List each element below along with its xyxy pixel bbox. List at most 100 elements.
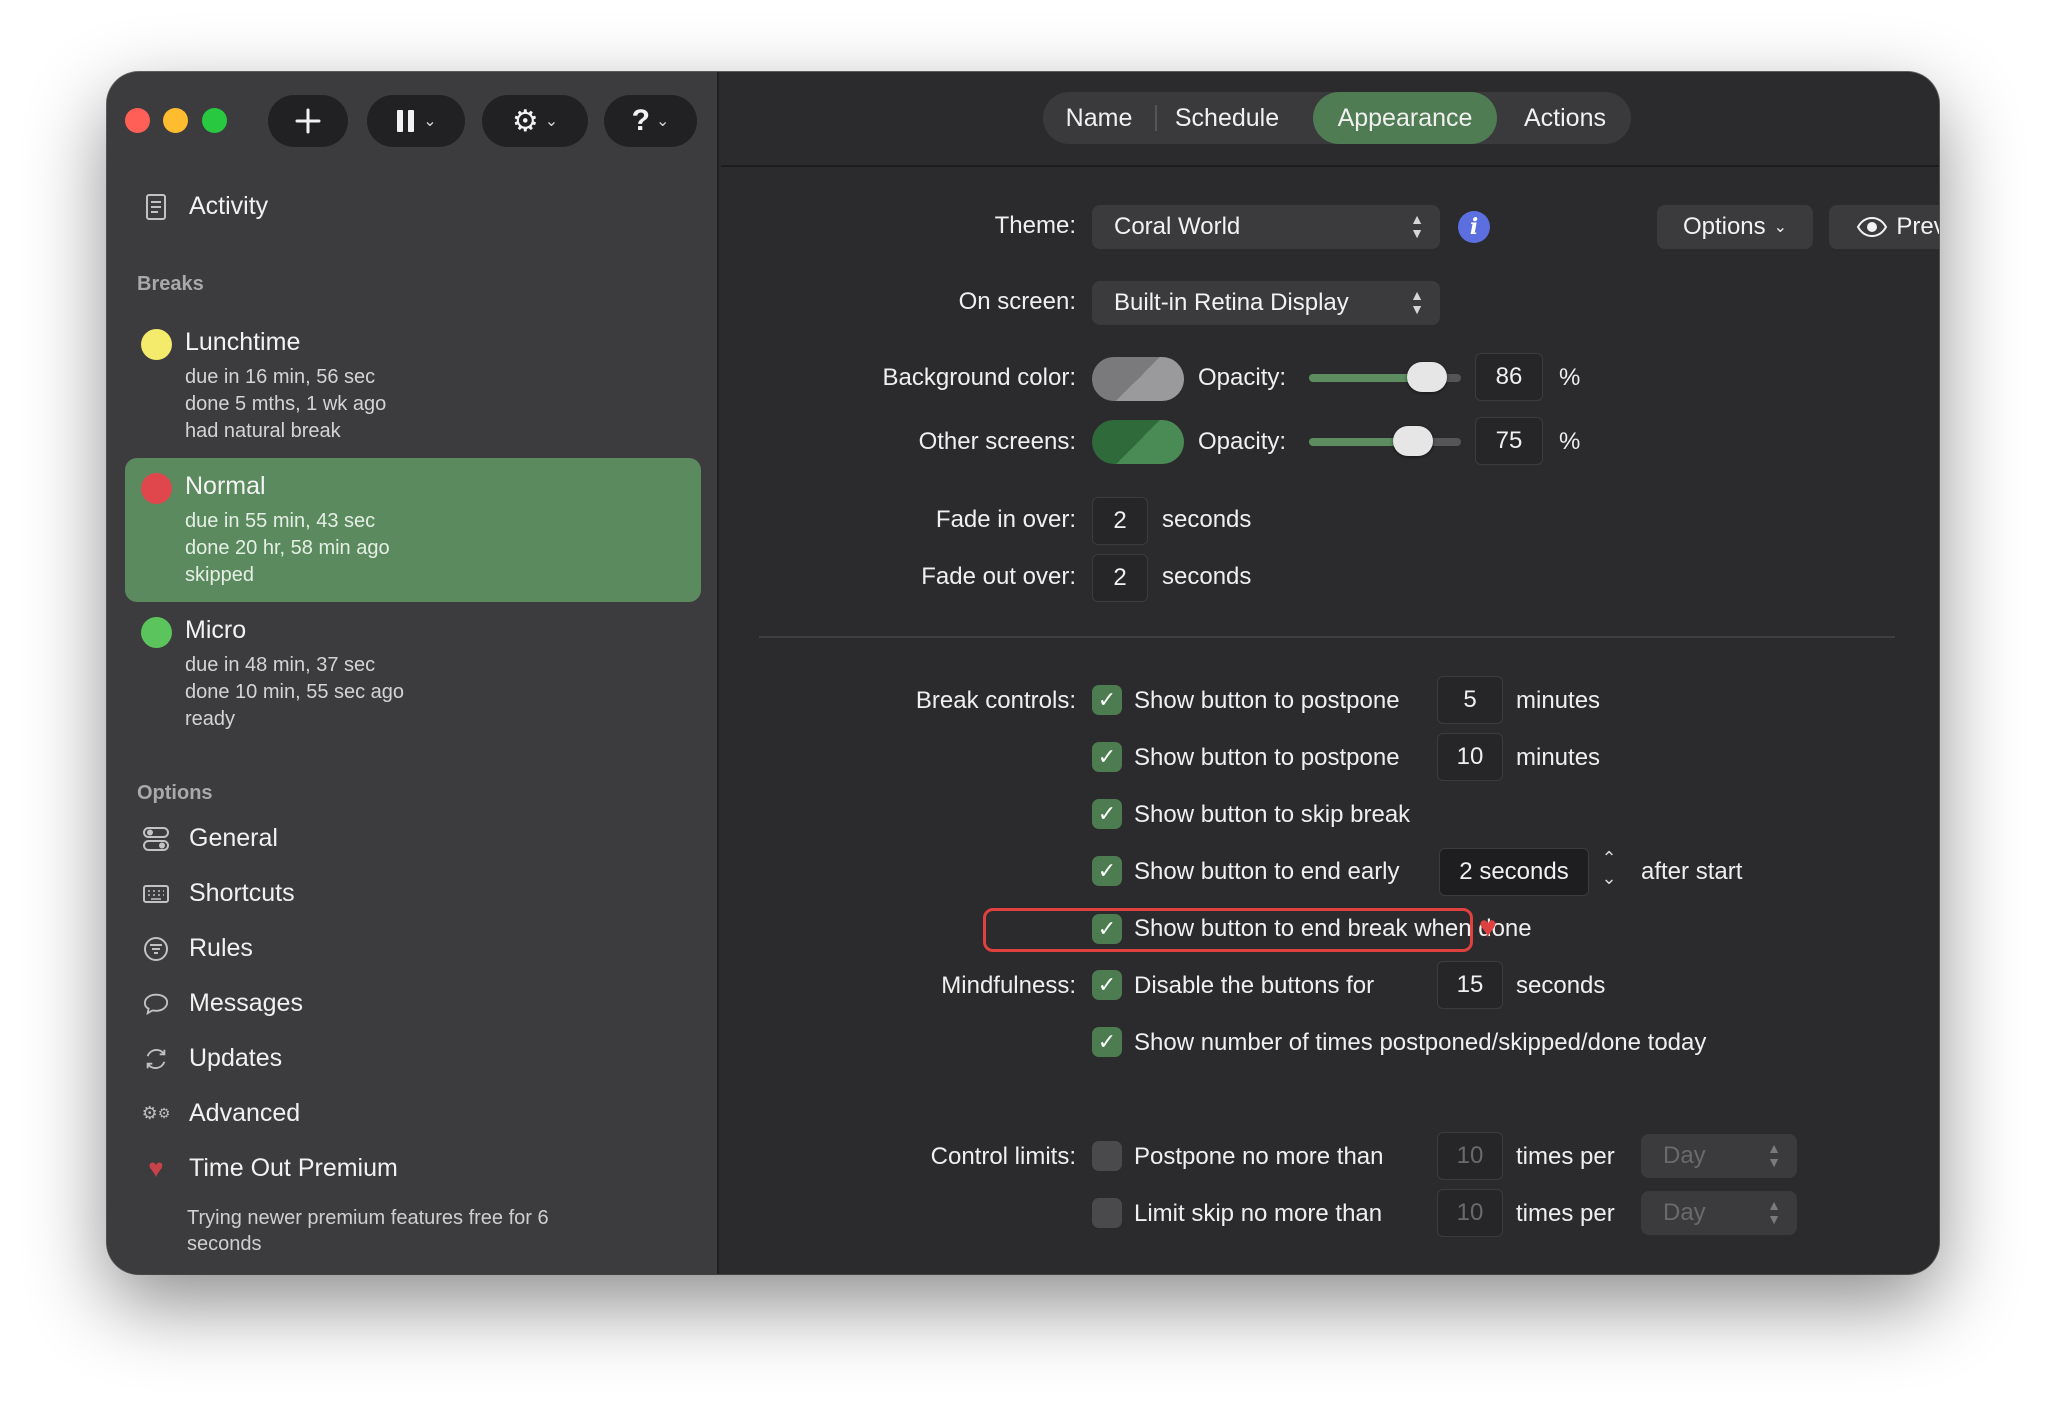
- background-opacity-field[interactable]: 86: [1475, 353, 1543, 401]
- tab-schedule[interactable]: Schedule: [1159, 92, 1295, 144]
- fade-out-field[interactable]: 2: [1092, 554, 1148, 602]
- minimize-window-button[interactable]: [163, 108, 188, 133]
- theme-popup[interactable]: Coral World ▲ ▼: [1092, 205, 1440, 249]
- add-button[interactable]: [268, 95, 348, 147]
- seconds-label: seconds: [1516, 972, 1606, 999]
- updown-chevron-icon: ▲ ▼: [1767, 1197, 1781, 1227]
- times-per-label: times per: [1516, 1200, 1615, 1227]
- other-screens-opacity-slider[interactable]: [1309, 426, 1461, 456]
- break-item-lunchtime[interactable]: Lunchtime due in 16 min, 56 sec done 5 m…: [125, 314, 701, 458]
- other-screens-color-well[interactable]: [1092, 420, 1184, 464]
- after-start-label: after start: [1641, 858, 1743, 885]
- postpone-1-minutes-field[interactable]: 5: [1437, 676, 1503, 724]
- fade-out-label: Fade out over:: [921, 563, 1076, 590]
- preview-button[interactable]: Preview: [1829, 205, 1939, 249]
- times-per-label: times per: [1516, 1143, 1615, 1170]
- end-early-checkbox[interactable]: ✓: [1092, 856, 1122, 886]
- break-item-micro[interactable]: Micro due in 48 min, 37 sec done 10 min,…: [125, 602, 701, 746]
- options-button-label: Options: [1682, 213, 1766, 240]
- options-button[interactable]: Options ⌄: [1657, 205, 1813, 249]
- sidebar-item-advanced[interactable]: ⚙ ⚙ Advanced: [142, 1099, 301, 1128]
- period-value: Day: [1663, 1199, 1706, 1226]
- pause-icon: [397, 110, 415, 132]
- zoom-window-button[interactable]: [202, 108, 227, 133]
- chevron-down-icon: ⌄: [1773, 219, 1788, 236]
- sidebar-item-messages[interactable]: Messages: [143, 989, 303, 1018]
- tab-actions[interactable]: Actions: [1505, 92, 1625, 144]
- close-window-button[interactable]: [125, 108, 150, 133]
- sidebar-item-label: Shortcuts: [189, 879, 295, 907]
- break-item-normal[interactable]: Normal due in 55 min, 43 sec done 20 hr,…: [125, 458, 701, 602]
- break-name: Lunchtime: [185, 328, 301, 356]
- skip-limit-field[interactable]: 10: [1437, 1189, 1503, 1237]
- sidebar-item-shortcuts[interactable]: Shortcuts: [143, 879, 295, 908]
- break-status: ready: [185, 708, 236, 730]
- disable-seconds-field[interactable]: 15: [1437, 961, 1503, 1009]
- slider-knob[interactable]: [1393, 426, 1433, 456]
- other-screens-opacity-field[interactable]: 75: [1475, 417, 1543, 465]
- sidebar-item-activity[interactable]: Activity: [143, 192, 268, 221]
- message-bubble-icon: [143, 991, 169, 1017]
- tab-name[interactable]: Name: [1043, 92, 1155, 144]
- updown-chevron-icon: ▲ ▼: [1410, 211, 1424, 241]
- skip-break-label: Show button to skip break: [1134, 801, 1411, 828]
- mindfulness-label: Mindfulness:: [941, 972, 1076, 999]
- end-when-done-checkbox[interactable]: ✓: [1092, 914, 1122, 944]
- percent-label: %: [1559, 428, 1581, 455]
- end-early-stepper[interactable]: ⌃ ⌄: [1593, 848, 1625, 894]
- break-done: done 20 hr, 58 min ago: [185, 537, 390, 559]
- tab-bar: Name Schedule Appearance Actions: [1043, 92, 1631, 144]
- sidebar-item-label: Rules: [189, 934, 253, 962]
- postpone-2-minutes-field[interactable]: 10: [1437, 733, 1503, 781]
- sidebar-item-premium[interactable]: ♥ Time Out Premium: [143, 1153, 398, 1183]
- skip-limit-checkbox[interactable]: [1092, 1198, 1122, 1228]
- percent-label: %: [1559, 364, 1581, 391]
- background-color-label: Background color:: [882, 364, 1076, 391]
- rules-icon: [143, 936, 169, 962]
- eye-icon: [1857, 216, 1888, 238]
- sidebar: ⌄ ⚙ ⌄ ? ⌄ Activity Breaks Lunchtime due …: [107, 72, 719, 1274]
- sidebar-item-updates[interactable]: Updates: [143, 1044, 282, 1073]
- skip-limit-label: Limit skip no more than: [1134, 1200, 1383, 1227]
- fade-in-label: Fade in over:: [935, 506, 1076, 533]
- on-screen-popup[interactable]: Built-in Retina Display ▲ ▼: [1092, 281, 1440, 325]
- break-done: done 5 mths, 1 wk ago: [185, 393, 387, 415]
- other-screens-label: Other screens:: [918, 428, 1076, 455]
- show-count-label: Show number of times postponed/skipped/d…: [1134, 1029, 1707, 1056]
- minutes-label: minutes: [1516, 687, 1601, 714]
- break-name: Micro: [185, 616, 247, 644]
- background-opacity-slider[interactable]: [1309, 362, 1461, 392]
- help-menu-button[interactable]: ? ⌄: [604, 95, 697, 147]
- break-due: due in 55 min, 43 sec: [185, 510, 376, 532]
- disable-buttons-checkbox[interactable]: ✓: [1092, 970, 1122, 1000]
- tab-appearance[interactable]: Appearance: [1313, 92, 1497, 144]
- break-color-dot: [141, 473, 172, 504]
- postpone-period-popup[interactable]: Day ▲ ▼: [1641, 1134, 1797, 1178]
- sidebar-item-label: Advanced: [189, 1099, 301, 1127]
- pause-menu-button[interactable]: ⌄: [367, 95, 465, 147]
- settings-menu-button[interactable]: ⚙ ⌄: [482, 95, 588, 147]
- sidebar-item-rules[interactable]: Rules: [143, 934, 253, 963]
- chevron-down-icon: ⌄: [655, 113, 670, 130]
- skip-period-popup[interactable]: Day ▲ ▼: [1641, 1191, 1797, 1235]
- postpone-limit-checkbox[interactable]: [1092, 1141, 1122, 1171]
- break-done: done 10 min, 55 sec ago: [185, 681, 405, 703]
- on-screen-value: Built-in Retina Display: [1114, 289, 1349, 316]
- slider-knob[interactable]: [1407, 362, 1447, 392]
- postpone-2-checkbox[interactable]: ✓: [1092, 742, 1122, 772]
- fade-in-field[interactable]: 2: [1092, 497, 1148, 545]
- updown-chevron-icon: ▲ ▼: [1767, 1140, 1781, 1170]
- postpone-limit-field[interactable]: 10: [1437, 1132, 1503, 1180]
- end-early-field[interactable]: 2 seconds: [1439, 848, 1589, 896]
- background-color-well[interactable]: [1092, 357, 1184, 401]
- info-icon[interactable]: i: [1458, 211, 1490, 243]
- options-heading: Options: [137, 782, 213, 804]
- preview-button-label: Preview: [1896, 213, 1939, 240]
- show-count-checkbox[interactable]: ✓: [1092, 1027, 1122, 1057]
- sidebar-item-general[interactable]: General: [143, 824, 278, 853]
- breaks-heading: Breaks: [137, 273, 204, 295]
- skip-break-checkbox[interactable]: ✓: [1092, 799, 1122, 829]
- sidebar-item-label: Time Out Premium: [189, 1154, 398, 1182]
- break-color-dot: [141, 617, 172, 648]
- postpone-1-checkbox[interactable]: ✓: [1092, 685, 1122, 715]
